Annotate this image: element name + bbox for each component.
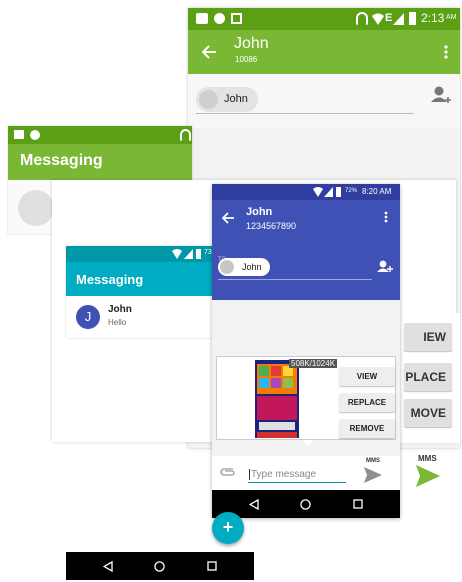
battery-icon — [336, 187, 341, 197]
paperclip-icon[interactable] — [220, 467, 236, 477]
bottom-navigation-bar — [66, 552, 254, 580]
conversation-name: John — [108, 304, 132, 315]
recipient-chip[interactable]: John — [218, 258, 270, 276]
add-contact-icon[interactable] — [431, 86, 453, 104]
send-icon-green[interactable] — [416, 465, 440, 487]
attachment-card: 508K/1024K VIEW REPLACE REMOVE — [216, 356, 396, 440]
remove-button-behind[interactable]: MOVE — [404, 399, 452, 427]
nav-home-icon[interactable] — [300, 499, 311, 510]
chip-label: John — [242, 262, 262, 272]
add-contact-icon[interactable] — [377, 260, 393, 273]
overflow-menu-icon[interactable] — [384, 211, 388, 223]
battery-icon — [409, 12, 416, 25]
app-bar-title: Messaging — [8, 144, 192, 180]
view-button-behind[interactable]: IEW — [404, 323, 452, 351]
wifi-icon — [172, 249, 182, 259]
chat-notification-icon — [30, 130, 40, 140]
contact-name: John — [246, 206, 273, 218]
app-bar: John 10086 — [188, 30, 460, 74]
contact-avatar — [18, 190, 54, 226]
battery-percent: 72% — [345, 188, 358, 194]
overflow-menu-icon[interactable] — [444, 45, 448, 59]
battery-percent: 73 — [204, 249, 212, 256]
contact-avatar: J — [76, 305, 100, 329]
view-button[interactable]: VIEW — [339, 367, 395, 386]
recipient-chip[interactable]: John — [196, 87, 258, 112]
message-input[interactable]: Type message — [249, 469, 316, 480]
attachment-card-pointer — [302, 440, 314, 446]
back-arrow-icon[interactable] — [202, 45, 216, 59]
status-bar: 72% 8:20 AM — [212, 184, 400, 200]
conversation-preview: Hello — [108, 318, 127, 327]
network-type: E — [385, 12, 393, 24]
image-notification-icon — [231, 13, 242, 24]
chip-label: John — [224, 93, 248, 105]
status-bar — [8, 126, 192, 144]
wifi-icon — [313, 187, 323, 197]
nav-home-icon[interactable] — [154, 561, 165, 572]
battery-icon — [196, 249, 201, 259]
signal-icon — [184, 249, 193, 259]
nav-back-icon[interactable] — [249, 499, 259, 510]
contact-number: 10086 — [235, 55, 258, 64]
app-bar-title: Messaging — [66, 262, 218, 296]
wifi-icon — [372, 13, 384, 25]
conversation-list-item[interactable]: J John Hello — [66, 296, 218, 338]
attachment-size: 508K/1024K — [289, 359, 338, 368]
status-ampm: AM — [446, 14, 457, 21]
contact-name: John — [234, 35, 269, 52]
replace-button[interactable]: REPLACE — [339, 393, 395, 412]
indigo-compose-screen: 72% 8:20 AM John 1234567890 TO John 508K… — [212, 184, 400, 518]
message-notification-icon — [196, 13, 208, 24]
chat-notification-icon — [214, 13, 225, 24]
recipient-row — [212, 272, 400, 300]
background-attachment-buttons: IEW PLACE MOVE — [398, 313, 460, 443]
nav-recents-icon[interactable] — [353, 499, 363, 509]
teal-messaging-screen: 73 Messaging J John Hello — [66, 246, 218, 338]
remove-button[interactable]: REMOVE — [339, 419, 395, 438]
input-underline — [248, 482, 346, 483]
send-icon[interactable] — [364, 467, 382, 483]
recipient-underline — [196, 113, 414, 114]
contact-number: 1234567890 — [246, 221, 297, 231]
navigation-bar — [212, 490, 400, 518]
mms-label-behind: MMS — [418, 454, 437, 463]
new-message-fab[interactable]: + — [212, 512, 244, 544]
nav-back-icon[interactable] — [103, 561, 113, 572]
status-bar: 73 — [66, 246, 218, 262]
chip-avatar — [199, 90, 218, 109]
headset-icon — [356, 12, 368, 25]
headset-icon — [180, 129, 191, 141]
compose-bar: Type message MMS — [212, 456, 400, 490]
chip-avatar — [220, 260, 234, 274]
status-bar: E 2:13 AM — [188, 8, 460, 30]
mms-label: MMS — [366, 458, 380, 464]
status-time: 2:13 — [421, 11, 445, 25]
replace-button-behind[interactable]: PLACE — [404, 363, 452, 391]
recipient-underline — [218, 279, 372, 280]
nav-recents-icon[interactable] — [207, 561, 217, 571]
message-notification-icon — [14, 130, 24, 139]
signal-icon — [393, 13, 404, 25]
back-arrow-icon[interactable] — [222, 212, 234, 224]
attachment-thumbnail[interactable] — [255, 360, 299, 438]
status-time: 8:20 AM — [362, 187, 392, 196]
signal-icon — [324, 187, 333, 197]
